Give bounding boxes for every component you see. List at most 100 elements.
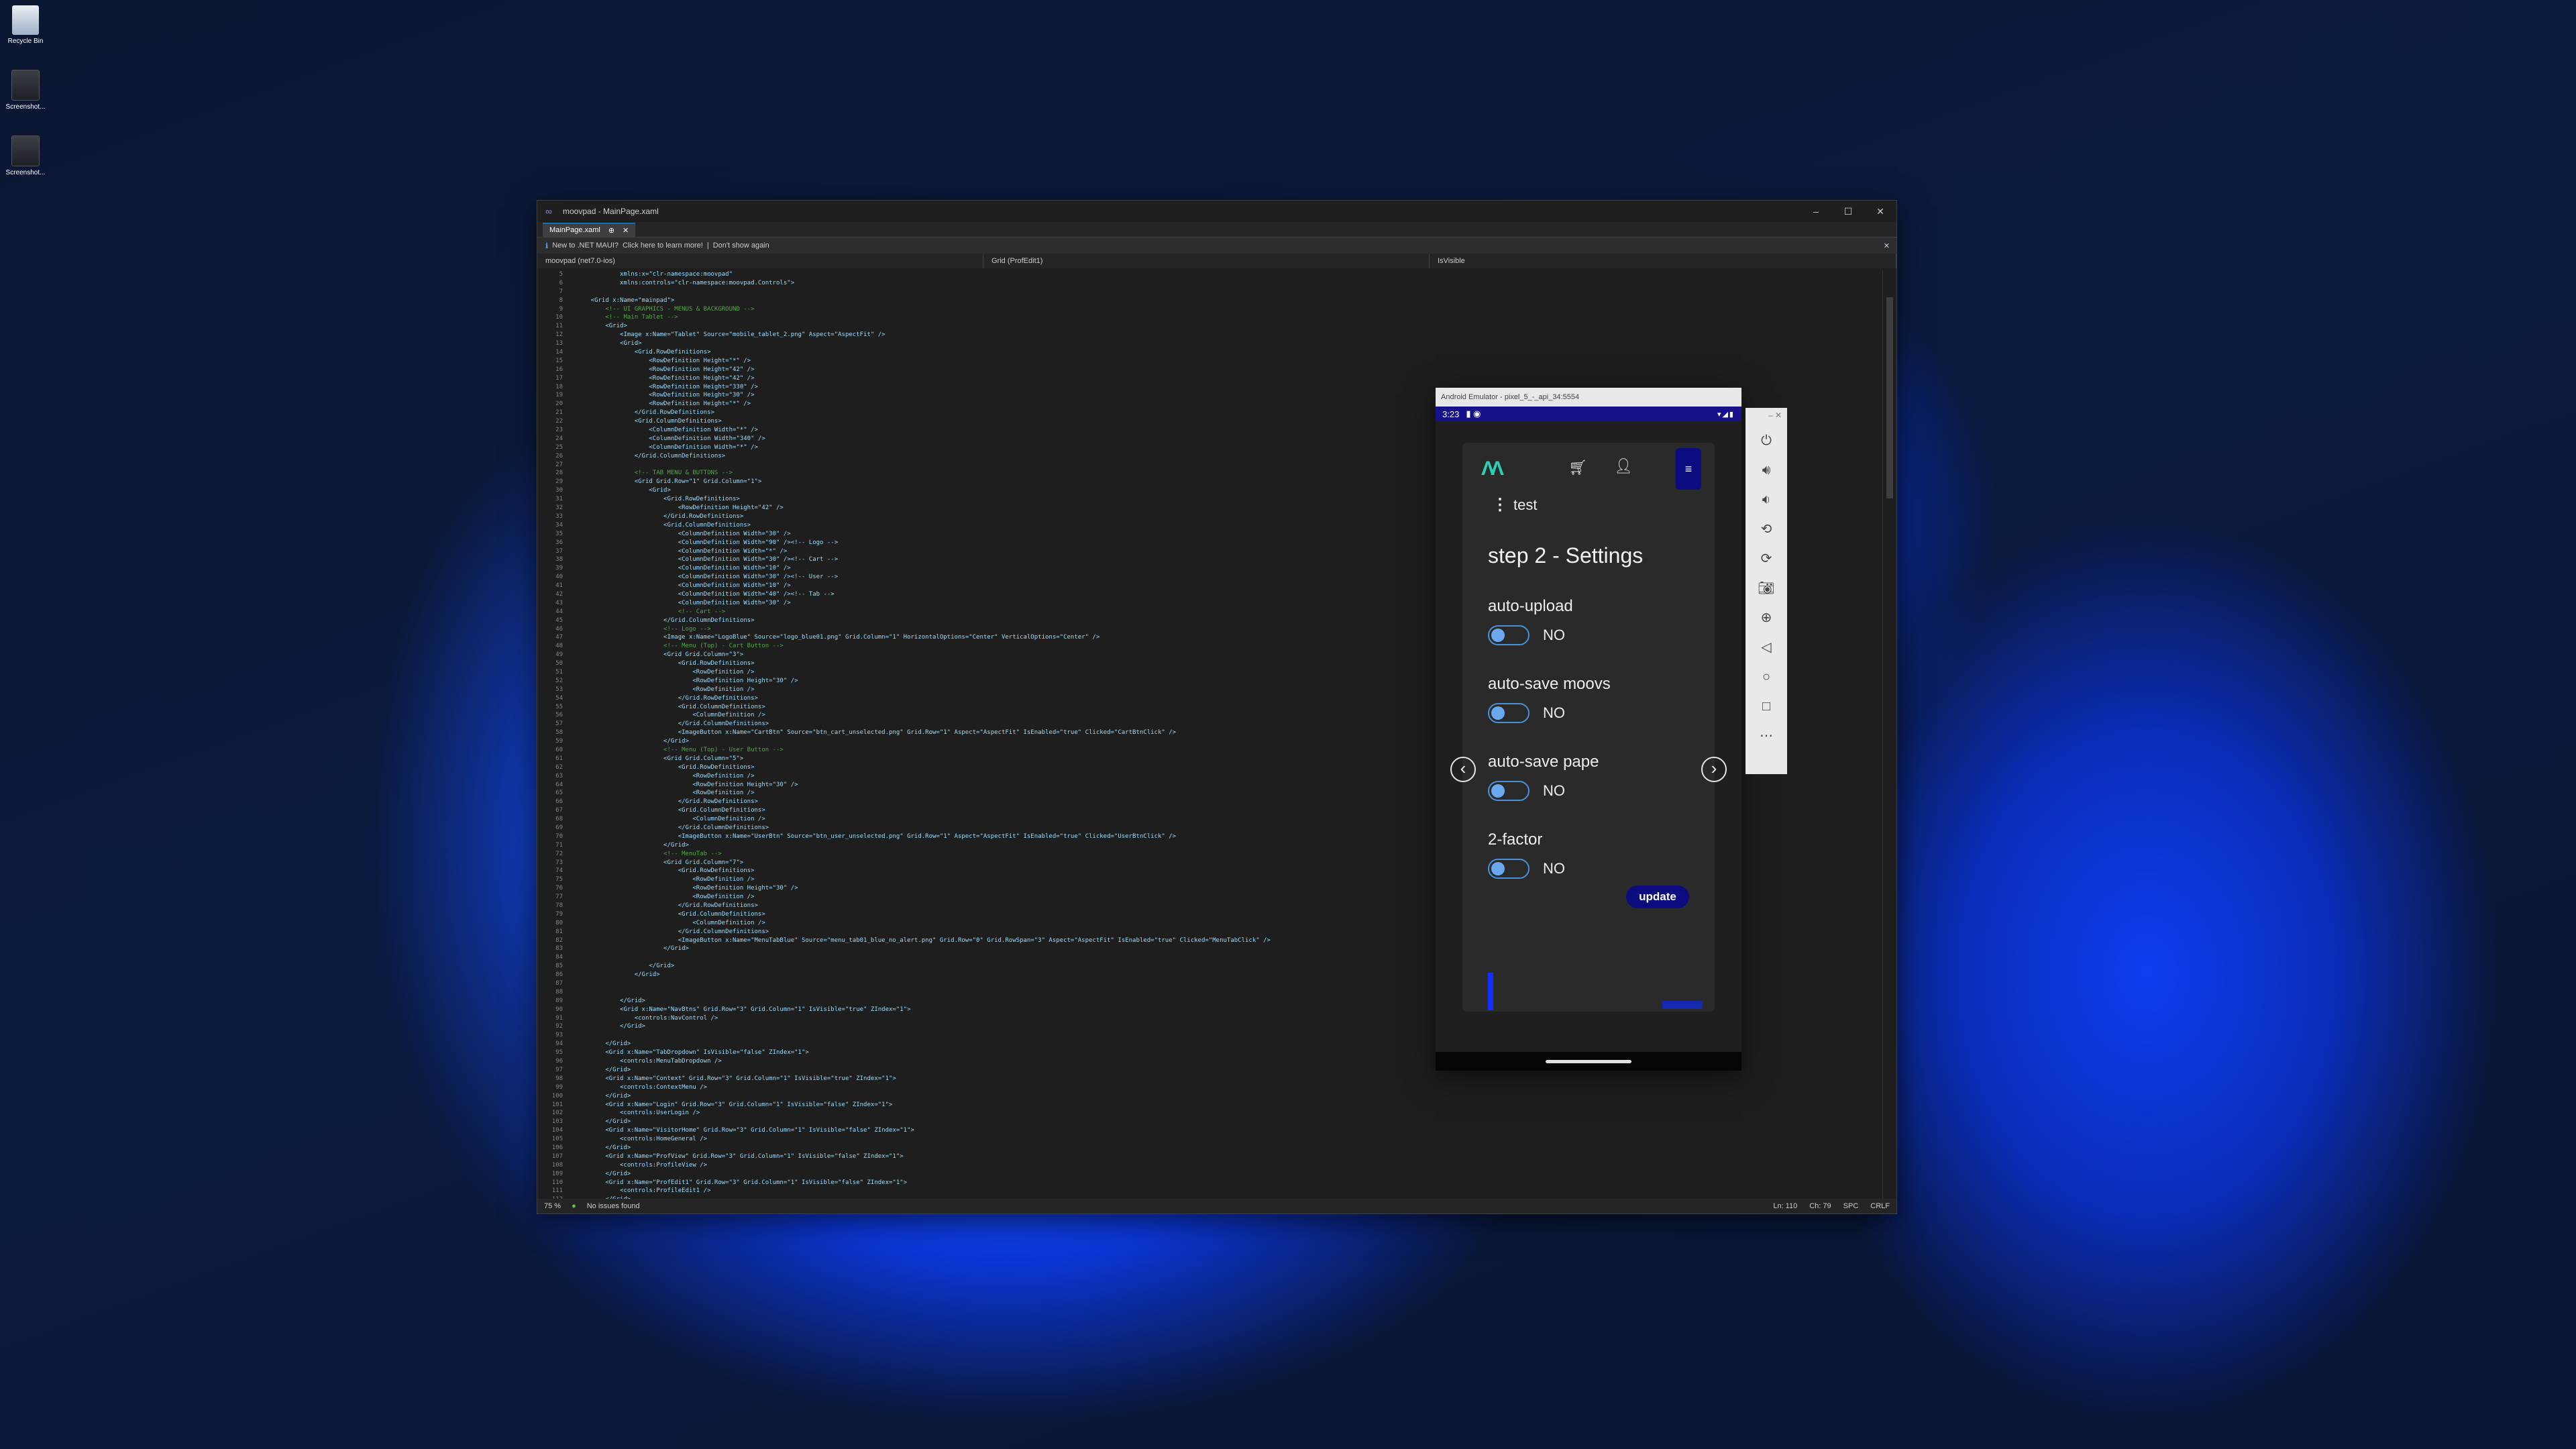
desktop-screenshot-1[interactable]: Screenshot... xyxy=(0,70,51,111)
code-line-text: <ImageButton x:Name="CartBtn" Source="bt… xyxy=(576,729,1177,737)
code-line-text: <!-- MenuTab --> xyxy=(576,850,722,857)
line-number: 94 xyxy=(555,1040,563,1048)
menu-tab-icon[interactable]: ≡ xyxy=(1676,448,1701,490)
line-number: 109 xyxy=(551,1170,563,1177)
visual-studio-icon: ∞ xyxy=(545,206,552,217)
code-line: 16 <RowDefinition Height="42" /> xyxy=(555,366,1883,374)
line-number: 107 xyxy=(551,1152,563,1160)
line-ending-indicator[interactable]: CRLF xyxy=(1870,1202,1890,1210)
issues-status[interactable]: No issues found xyxy=(587,1202,640,1210)
code-line-text: <RowDefinition Height="*" /> xyxy=(576,357,751,364)
code-line-text: <RowDefinition Height="30" /> xyxy=(576,392,755,399)
more-icon[interactable]: ⋯ xyxy=(1756,726,1776,746)
camera-icon[interactable]: 📷︎ xyxy=(1756,578,1776,598)
project-dropdown[interactable]: moovpad (net7.0-ios) xyxy=(537,254,983,268)
zoom-level[interactable]: 75 % xyxy=(544,1202,561,1210)
line-indicator[interactable]: Ln: 110 xyxy=(1773,1202,1797,1210)
scrollbar-thumb[interactable] xyxy=(1886,297,1893,498)
line-number: 60 xyxy=(555,746,563,753)
line-number: 70 xyxy=(555,833,563,840)
vertical-scrollbar[interactable] xyxy=(1882,270,1896,1199)
line-number: 15 xyxy=(555,357,563,364)
whitespace-indicator[interactable]: SPC xyxy=(1843,1202,1859,1210)
scope-dropdown[interactable]: Grid (ProfEdit1) xyxy=(983,254,1430,268)
auto-upload-toggle[interactable] xyxy=(1488,625,1529,645)
2-factor-toggle[interactable] xyxy=(1488,859,1529,879)
profile-row: ⋮ test xyxy=(1492,496,1537,514)
line-number: 46 xyxy=(555,625,563,633)
line-number: 57 xyxy=(555,720,563,728)
home-gesture-handle[interactable] xyxy=(1546,1060,1631,1063)
line-number: 53 xyxy=(555,686,563,693)
rotate-right-icon[interactable]: ⟳ xyxy=(1756,549,1776,569)
line-number: 39 xyxy=(555,565,563,572)
code-line: 107 <Grid x:Name="ProfView" Grid.Row="3"… xyxy=(552,1152,1883,1161)
back-icon[interactable]: ◁ xyxy=(1756,637,1776,657)
line-number: 22 xyxy=(555,418,563,425)
line-number: 91 xyxy=(555,1014,563,1022)
dont-show-again-link[interactable]: Don't show again xyxy=(713,241,769,250)
zoom-icon[interactable]: ⊕ xyxy=(1756,608,1776,628)
pin-icon[interactable]: ⊕ xyxy=(608,226,614,235)
line-number: 80 xyxy=(555,919,563,926)
next-arrow-icon[interactable]: › xyxy=(1701,757,1727,782)
more-vertical-icon[interactable]: ⋮ xyxy=(1492,497,1508,513)
emulator-window-controls[interactable]: – ✕ xyxy=(1768,411,1782,420)
tab-mainpage[interactable]: MainPage.xaml ⊕ ✕ xyxy=(543,223,636,237)
code-line: 100 </Grid> xyxy=(552,1092,1883,1101)
column-indicator[interactable]: Ch: 79 xyxy=(1809,1202,1831,1210)
update-button[interactable]: update xyxy=(1626,885,1689,908)
code-line-text: <controls:UserLogin /> xyxy=(576,1110,700,1117)
user-icon[interactable]: 👤︎ xyxy=(1614,458,1633,475)
code-line-text: <Grid.ColumnDefinitions> xyxy=(576,910,765,918)
minimize-button[interactable]: – xyxy=(1800,206,1832,217)
member-dropdown[interactable]: IsVisible xyxy=(1430,254,1896,268)
close-tab-icon[interactable]: ✕ xyxy=(623,226,629,235)
volume-up-icon[interactable]: 🔊︎ xyxy=(1756,460,1776,480)
code-line-text: <ColumnDefinition Width="40" /><!-- Tab … xyxy=(576,590,835,598)
auto-save-pape-toggle[interactable] xyxy=(1488,781,1529,801)
volume-down-icon[interactable]: 🔉︎ xyxy=(1756,490,1776,510)
code-line-text: <Grid x:Name="ProfEdit1" Grid.Row="3" Gr… xyxy=(576,1179,908,1186)
desktop-recycle-bin[interactable]: Recycle Bin xyxy=(0,5,51,45)
line-number: 102 xyxy=(551,1110,563,1117)
tab-label: MainPage.xaml xyxy=(549,226,600,234)
line-number: 59 xyxy=(555,738,563,745)
code-line-text: <RowDefinition Height="30" /> xyxy=(576,781,798,788)
code-line-text: <Grid.ColumnDefinitions> xyxy=(576,703,765,710)
code-line-text: <ImageButton x:Name="UserBtn" Source="bt… xyxy=(576,833,1177,840)
setting-label: auto-save pape xyxy=(1488,753,1599,771)
line-number: 7 xyxy=(559,288,563,295)
app-top-bar: ΛΛ 🛒︎ 👤︎ ≡ xyxy=(1462,443,1715,490)
cart-icon[interactable]: 🛒︎ xyxy=(1568,459,1587,476)
close-button[interactable]: ✕ xyxy=(1864,206,1896,217)
code-line-text: </Grid.RowDefinitions> xyxy=(576,513,744,520)
code-line-text: </Grid> xyxy=(576,738,689,745)
power-icon[interactable]: ⏻ xyxy=(1756,431,1776,451)
overview-icon[interactable]: □ xyxy=(1756,696,1776,716)
maximize-button[interactable]: ☐ xyxy=(1832,206,1864,217)
code-line: 17 <RowDefinition Height="42" /> xyxy=(555,374,1883,383)
desktop-screenshot-2[interactable]: Screenshot... xyxy=(0,136,51,176)
rotate-left-icon[interactable]: ⟲ xyxy=(1756,519,1776,539)
code-line: 11 <Grid> xyxy=(555,322,1883,331)
learn-more-link[interactable]: Click here to learn more! xyxy=(623,241,703,250)
code-line-text: <RowDefinition /> xyxy=(576,686,755,693)
code-line: 9 <!-- UI GRAPHICS - MENUS & BACKGROUND … xyxy=(559,305,1883,314)
code-line-text: </Grid.ColumnDefinitions> xyxy=(576,824,769,831)
line-number: 76 xyxy=(555,885,563,892)
page-title: step 2 - Settings xyxy=(1488,543,1644,568)
previous-arrow-icon[interactable]: ‹ xyxy=(1450,757,1476,782)
line-number: 32 xyxy=(555,504,563,512)
auto-save-moovs-toggle[interactable] xyxy=(1488,703,1529,723)
code-line-text: <!-- Cart --> xyxy=(576,608,726,615)
line-number: 79 xyxy=(555,910,563,918)
profile-name: test xyxy=(1513,496,1538,513)
code-line-text: <Grid x:Name="ProfView" Grid.Row="3" Gri… xyxy=(576,1152,904,1160)
project-dropdown-value: moovpad (net7.0-ios) xyxy=(545,257,615,265)
close-infobar-icon[interactable]: ✕ xyxy=(1884,241,1896,250)
line-number: 48 xyxy=(555,643,563,650)
home-icon[interactable]: ○ xyxy=(1756,667,1776,687)
line-number: 38 xyxy=(555,556,563,564)
line-number: 101 xyxy=(551,1101,563,1108)
